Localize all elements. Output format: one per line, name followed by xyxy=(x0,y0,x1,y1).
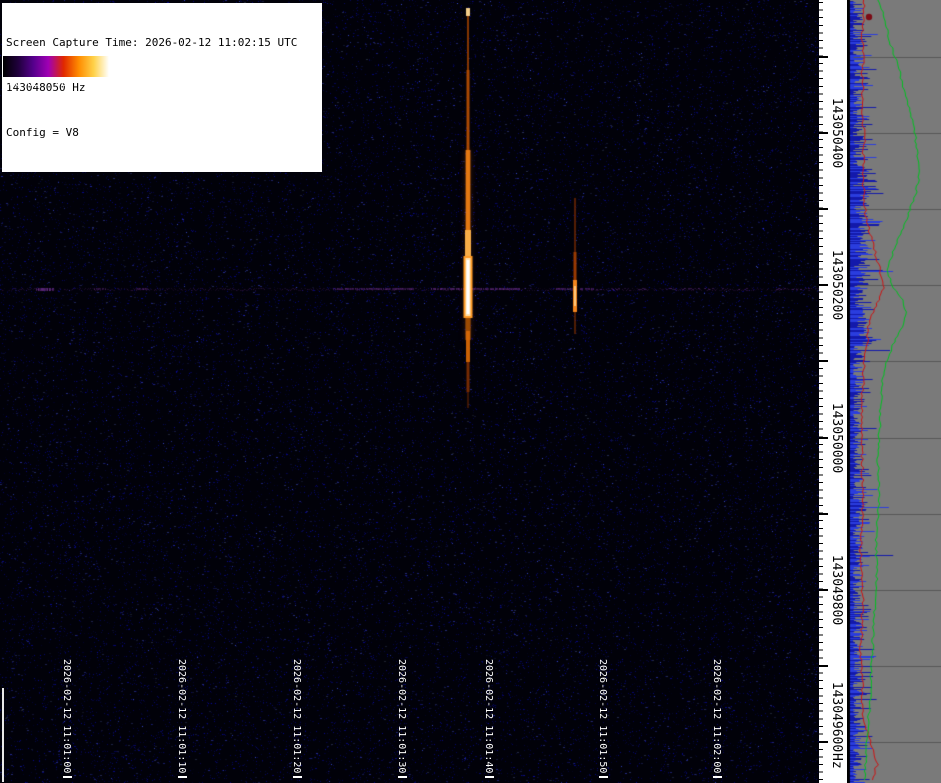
time-axis-tick xyxy=(599,776,608,778)
legend-labels: -80 dB -60 -40 xyxy=(3,77,109,90)
time-axis-tick xyxy=(485,776,494,778)
frequency-major-tick xyxy=(819,665,828,667)
spectrum-lab-screen: Screen Capture Time: 2026-02-12 11:02:15… xyxy=(0,0,941,783)
time-axis-label: 2026-02-12 11:01:10 xyxy=(176,659,187,773)
legend-label-min: -80 dB xyxy=(3,78,39,89)
frequency-major-tick xyxy=(819,589,828,591)
time-axis-label: 2026-02-12 11:02:00 xyxy=(711,659,722,773)
time-axis-tick xyxy=(713,776,722,778)
time-axis-tick xyxy=(178,776,187,778)
frequency-axis: 143050400 143050200 143050000 143049800 … xyxy=(819,0,847,783)
time-axis-label: 2026-02-12 11:01:00 xyxy=(61,659,72,773)
frequency-major-tick xyxy=(819,208,828,210)
time-axis-tick xyxy=(398,776,407,778)
color-scale-legend: -80 dB -60 -40 xyxy=(3,56,109,90)
legend-label-mid: -60 xyxy=(49,78,67,89)
capture-time-text: Screen Capture Time: 2026-02-12 11:02:15… xyxy=(6,35,318,50)
frequency-axis-label: 143049600 xyxy=(829,682,844,752)
config-text: Config = V8 xyxy=(6,125,318,140)
spectrum-graph-panel[interactable] xyxy=(849,0,941,783)
time-axis-label: 2026-02-12 11:01:30 xyxy=(396,659,407,773)
frequency-major-tick xyxy=(819,513,828,515)
time-axis-tick xyxy=(63,776,72,778)
frequency-unit-label: Hz xyxy=(829,753,844,769)
time-axis-label: 2026-02-12 11:01:20 xyxy=(291,659,302,773)
time-axis-tick xyxy=(293,776,302,778)
frequency-major-tick xyxy=(819,56,828,58)
frequency-major-tick xyxy=(819,437,828,439)
frequency-major-tick xyxy=(819,284,828,286)
frequency-major-tick xyxy=(819,360,828,362)
frequency-major-tick xyxy=(819,741,828,743)
frequency-axis-label: 143050200 xyxy=(829,250,844,320)
frequency-axis-label: 143049800 xyxy=(829,555,844,625)
color-gradient-bar xyxy=(3,56,109,77)
time-axis-label: 2026-02-12 11:01:40 xyxy=(483,659,494,773)
frequency-major-tick xyxy=(819,132,828,134)
frequency-axis-label: 143050400 xyxy=(829,98,844,168)
legend-label-max: -40 xyxy=(89,78,107,89)
clipped-label-mark xyxy=(2,688,4,782)
frequency-axis-label: 143050000 xyxy=(829,403,844,473)
time-axis-label: 2026-02-12 11:01:50 xyxy=(597,659,608,773)
